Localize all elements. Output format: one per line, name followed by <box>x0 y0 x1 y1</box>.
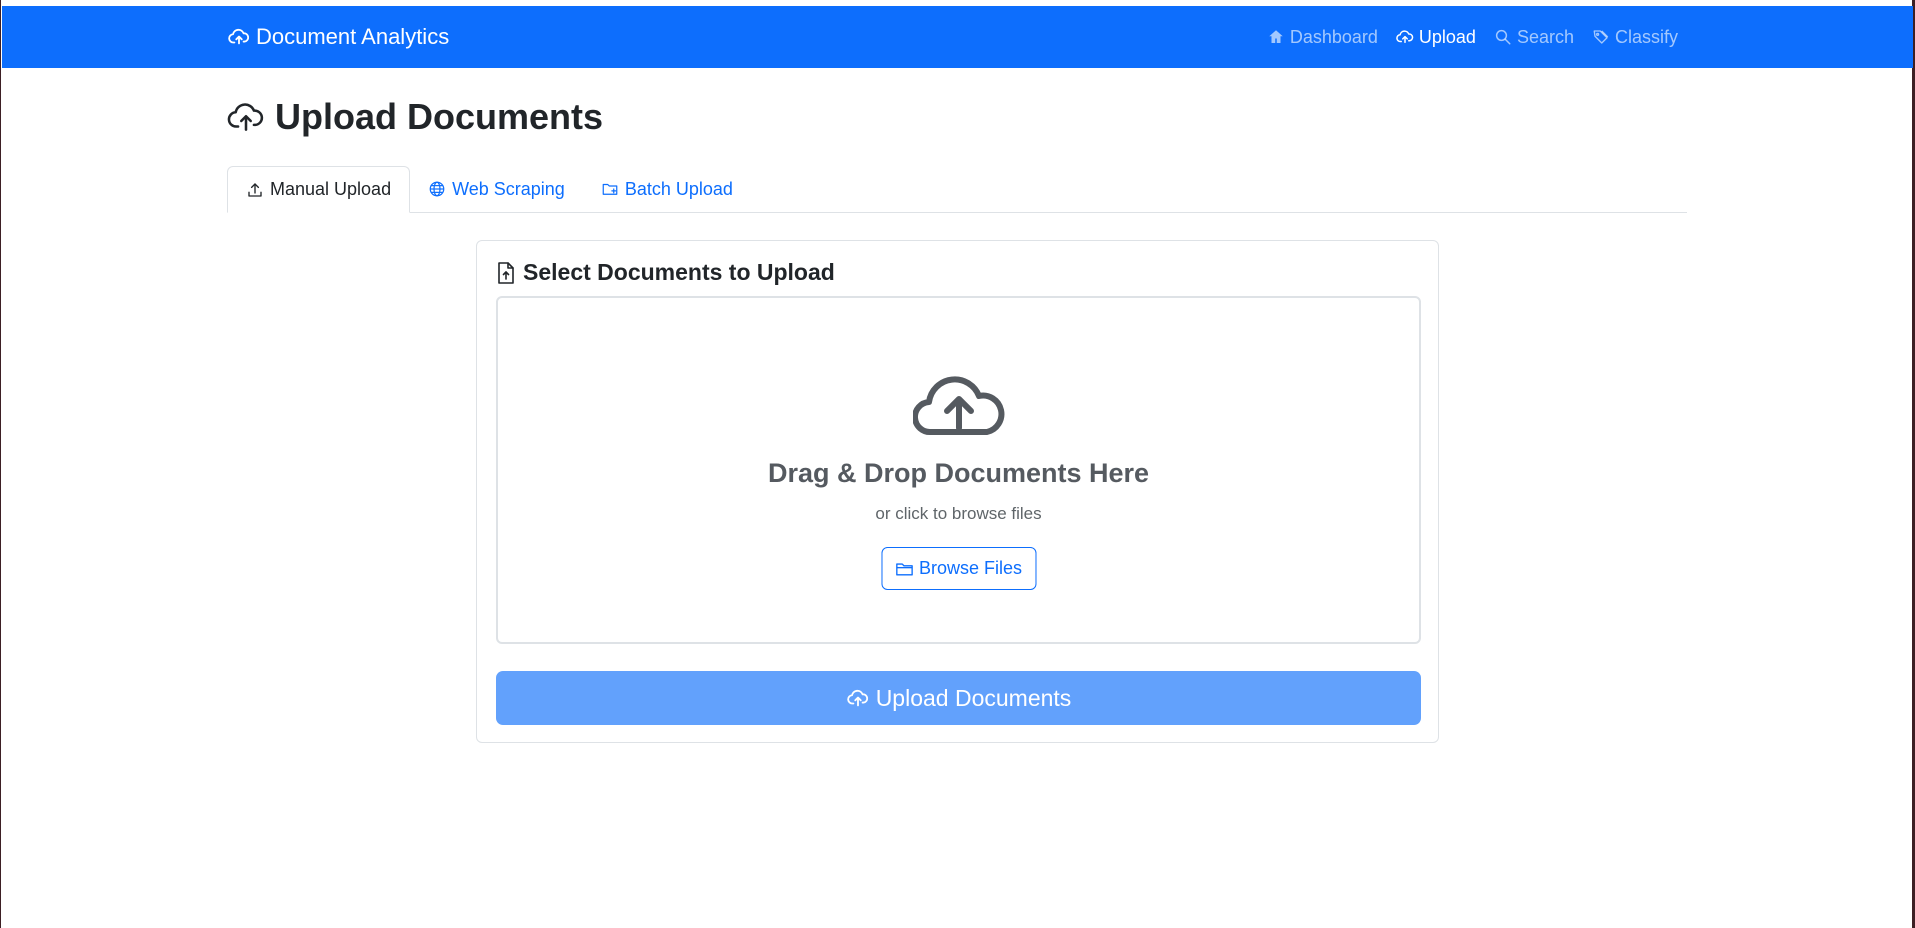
tab-web-scraping[interactable]: Web Scraping <box>410 166 583 212</box>
file-upload-icon <box>498 261 514 284</box>
cloud-upload-icon <box>227 103 264 131</box>
page-title-text: Upload Documents <box>275 96 604 137</box>
app-window: Document Analytics Dashboard Upload Sear… <box>0 0 1913 928</box>
file-dropzone[interactable]: Drag & Drop Documents Here or click to b… <box>496 296 1421 644</box>
brand-label: Document Analytics <box>256 24 450 49</box>
tab-label: Batch Upload <box>624 178 733 199</box>
dropzone-title: Drag & Drop Documents Here <box>767 458 1150 488</box>
tags-icon <box>1593 30 1609 44</box>
page-title: Upload Documents <box>227 96 603 138</box>
globe-icon <box>429 181 445 197</box>
tab-batch-upload[interactable]: Batch Upload <box>583 166 751 212</box>
nav-link-classify[interactable]: Classify <box>1592 27 1678 48</box>
nav-link-search[interactable]: Search <box>1494 27 1574 48</box>
upload-documents-button[interactable]: Upload Documents <box>496 671 1421 725</box>
nav-link-dashboard[interactable]: Dashboard <box>1267 27 1378 48</box>
upload-icon <box>248 182 262 197</box>
tab-label: Manual Upload <box>270 179 392 199</box>
tab-label: Web Scraping <box>452 178 565 199</box>
upload-card: Select Documents to Upload Drag & Drop D… <box>476 240 1439 743</box>
search-icon <box>1495 29 1511 45</box>
card-title: Select Documents to Upload <box>496 259 835 286</box>
top-navbar: Document Analytics Dashboard Upload Sear… <box>2 6 1913 68</box>
folder-plus-icon <box>602 183 618 195</box>
browse-files-label: Browse Files <box>918 558 1023 578</box>
nav-link-upload[interactable]: Upload <box>1396 27 1476 48</box>
navbar-brand[interactable]: Document Analytics <box>228 6 449 68</box>
browse-files-button[interactable]: Browse Files <box>880 547 1037 590</box>
card-title-text: Select Documents to Upload <box>523 259 835 285</box>
cloud-upload-icon <box>1396 30 1414 43</box>
nav-link-label: Classify <box>1614 26 1678 47</box>
upload-tabs: Manual Upload Web Scraping Batch Upload <box>227 166 1687 213</box>
cloud-upload-icon <box>228 28 250 45</box>
nav-links: Dashboard Upload Search Classify <box>1267 6 1678 68</box>
dropzone-subtitle: or click to browse files <box>875 504 1042 523</box>
cloud-arrow-up-icon <box>912 376 1004 436</box>
upload-documents-label: Upload Documents <box>875 684 1072 711</box>
house-icon <box>1269 30 1283 43</box>
cloud-upload-icon <box>846 689 868 707</box>
tab-manual-upload[interactable]: Manual Upload <box>227 166 411 213</box>
folder-icon <box>895 562 913 576</box>
nav-link-label: Search <box>1516 26 1574 47</box>
nav-link-label: Upload <box>1418 26 1476 47</box>
nav-link-label: Dashboard <box>1289 26 1378 47</box>
